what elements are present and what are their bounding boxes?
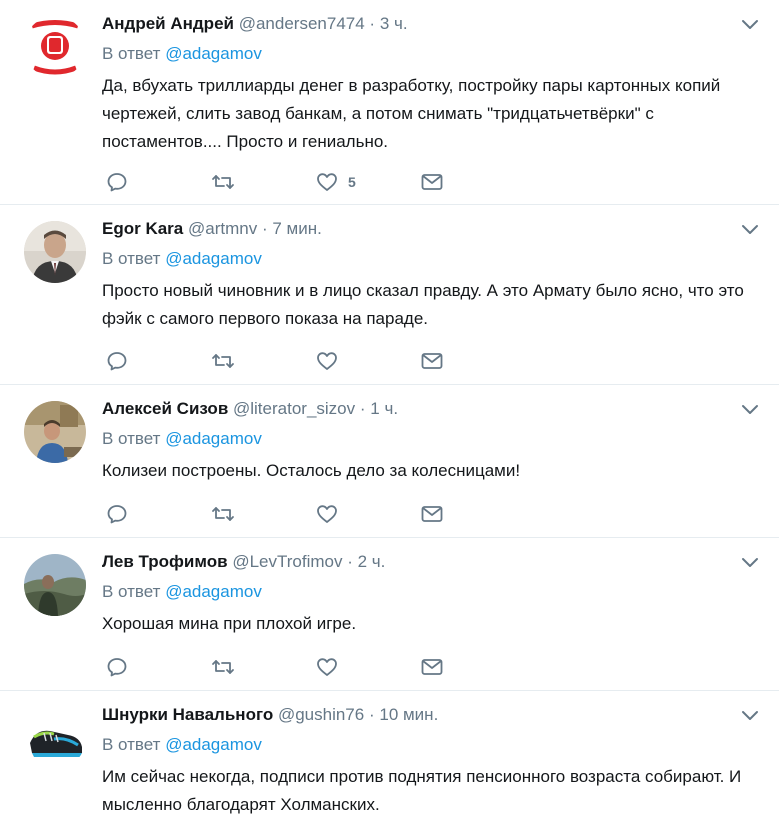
author-name[interactable]: Лев Трофимов bbox=[102, 552, 228, 571]
reply-mention-link[interactable]: @adagamov bbox=[165, 735, 262, 754]
retweet-icon bbox=[212, 175, 234, 189]
reply-icon bbox=[107, 658, 127, 677]
avatar-logo bbox=[24, 16, 86, 78]
retweet-icon bbox=[212, 354, 234, 368]
author-name[interactable]: Алексей Сизов bbox=[102, 399, 228, 418]
reply-mention-link[interactable]: @adagamov bbox=[165, 44, 262, 63]
reply-icon bbox=[107, 505, 127, 524]
direct-message-icon bbox=[421, 506, 443, 522]
like-button[interactable]: 5 bbox=[316, 170, 356, 194]
direct-message-button[interactable] bbox=[420, 170, 444, 194]
tweet[interactable]: Андрей Андрей @andersen7474 · 3 ч. В отв… bbox=[0, 0, 779, 205]
direct-message-button[interactable] bbox=[420, 349, 444, 373]
avatar[interactable] bbox=[24, 16, 86, 78]
retweet-button[interactable] bbox=[210, 170, 236, 194]
tweet-header: Egor Kara @artmnv · 7 мин. bbox=[102, 217, 755, 241]
tweet-header: Алексей Сизов @literator_sizov · 1 ч. bbox=[102, 397, 755, 421]
reply-button[interactable] bbox=[106, 655, 128, 679]
author-handle[interactable]: @LevTrofimov bbox=[232, 552, 342, 571]
avatar[interactable] bbox=[24, 554, 86, 616]
tweet[interactable]: Лев Трофимов @LevTrofimov · 2 ч. В ответ… bbox=[0, 538, 779, 691]
author-name[interactable]: Андрей Андрей bbox=[102, 14, 234, 33]
like-button[interactable] bbox=[316, 655, 338, 679]
author-handle[interactable]: @andersen7474 bbox=[239, 14, 365, 33]
reply-context: В ответ @adagamov bbox=[102, 247, 755, 271]
reply-mention-link[interactable]: @adagamov bbox=[165, 249, 262, 268]
tweet[interactable]: Алексей Сизов @literator_sizov · 1 ч. В … bbox=[0, 385, 779, 538]
direct-message-button[interactable] bbox=[420, 655, 444, 679]
retweet-button[interactable] bbox=[210, 502, 236, 526]
tweet-text: Просто новый чиновник и в лицо сказал пр… bbox=[102, 281, 744, 328]
tweet-text: Да, вбухать триллиарды денег в разработк… bbox=[102, 76, 721, 151]
avatar-photo bbox=[24, 554, 86, 616]
separator-dot: · bbox=[261, 219, 268, 238]
separator-dot: · bbox=[368, 705, 375, 724]
reply-feed: Андрей Андрей @andersen7474 · 3 ч. В отв… bbox=[0, 0, 779, 823]
tweet[interactable]: Egor Kara @artmnv · 7 мин. В ответ @adag… bbox=[0, 205, 779, 385]
avatar[interactable] bbox=[24, 707, 86, 769]
author-handle[interactable]: @gushin76 bbox=[278, 705, 364, 724]
author-handle[interactable]: @literator_sizov bbox=[233, 399, 355, 418]
tweet-text: Им сейчас некогда, подписи против поднят… bbox=[102, 767, 742, 814]
reply-button[interactable] bbox=[106, 170, 128, 194]
retweet-button[interactable] bbox=[210, 655, 236, 679]
like-icon bbox=[317, 352, 337, 370]
reply-prefix: В ответ bbox=[102, 429, 161, 448]
tweet-header: Андрей Андрей @andersen7474 · 3 ч. bbox=[102, 12, 755, 36]
reply-mention-link[interactable]: @adagamov bbox=[165, 582, 262, 601]
reply-button[interactable] bbox=[106, 349, 128, 373]
avatar-photo bbox=[24, 707, 86, 769]
separator-dot: · bbox=[347, 552, 353, 571]
like-icon bbox=[317, 658, 337, 676]
timestamp[interactable]: 2 ч. bbox=[358, 552, 386, 571]
like-icon bbox=[317, 173, 337, 191]
reply-icon bbox=[107, 173, 127, 192]
author-name[interactable]: Egor Kara bbox=[102, 219, 183, 238]
author-name[interactable]: Шнурки Навального bbox=[102, 705, 273, 724]
direct-message-icon bbox=[421, 659, 443, 675]
timestamp[interactable]: 7 мин. bbox=[272, 219, 321, 238]
reply-icon bbox=[107, 352, 127, 371]
timestamp[interactable]: 10 мин. bbox=[379, 705, 438, 724]
tweet[interactable]: Шнурки Навального @gushin76 · 10 мин. В … bbox=[0, 691, 779, 823]
reply-prefix: В ответ bbox=[102, 735, 161, 754]
avatar[interactable] bbox=[24, 221, 86, 283]
reply-button[interactable] bbox=[106, 502, 128, 526]
timestamp[interactable]: 1 ч. bbox=[370, 399, 398, 418]
timestamp[interactable]: 3 ч. bbox=[380, 14, 408, 33]
direct-message-icon bbox=[421, 353, 443, 369]
tweet-header: Лев Трофимов @LevTrofimov · 2 ч. bbox=[102, 550, 755, 574]
reply-context: В ответ @adagamov bbox=[102, 427, 755, 451]
retweet-button[interactable] bbox=[210, 349, 236, 373]
author-handle[interactable]: @artmnv bbox=[188, 219, 257, 238]
like-icon bbox=[317, 505, 337, 523]
tweet-header: Шнурки Навального @gushin76 · 10 мин. bbox=[102, 703, 755, 727]
tweet-text: Колизеи построены. Осталось дело за коле… bbox=[102, 461, 521, 480]
reply-mention-link[interactable]: @adagamov bbox=[165, 429, 262, 448]
chevron-down-icon[interactable] bbox=[741, 18, 759, 30]
reply-context: В ответ @adagamov bbox=[102, 580, 755, 604]
direct-message-icon bbox=[421, 174, 443, 190]
like-count: 5 bbox=[348, 174, 356, 190]
separator-dot: · bbox=[359, 399, 366, 418]
chevron-down-icon[interactable] bbox=[741, 556, 759, 568]
like-button[interactable] bbox=[316, 349, 338, 373]
chevron-down-icon[interactable] bbox=[741, 403, 759, 415]
reply-prefix: В ответ bbox=[102, 44, 161, 63]
reply-context: В ответ @adagamov bbox=[102, 733, 755, 757]
tweet-text: Хорошая мина при плохой игре. bbox=[102, 614, 357, 633]
avatar-photo bbox=[24, 401, 86, 463]
reply-context: В ответ @adagamov bbox=[102, 42, 755, 66]
reply-prefix: В ответ bbox=[102, 249, 161, 268]
avatar[interactable] bbox=[24, 401, 86, 463]
reply-prefix: В ответ bbox=[102, 582, 161, 601]
retweet-icon bbox=[212, 507, 234, 521]
chevron-down-icon[interactable] bbox=[741, 223, 759, 235]
avatar-photo bbox=[24, 221, 86, 283]
direct-message-button[interactable] bbox=[420, 502, 444, 526]
separator-dot: · bbox=[369, 14, 376, 33]
like-button[interactable] bbox=[316, 502, 338, 526]
retweet-icon bbox=[212, 660, 234, 674]
chevron-down-icon[interactable] bbox=[741, 709, 759, 721]
